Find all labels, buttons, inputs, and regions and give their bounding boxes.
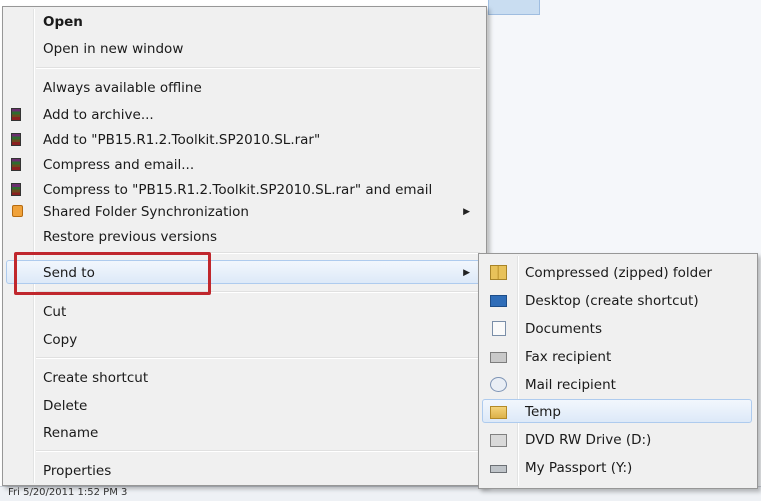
submenu-arrow-icon: ▶	[463, 268, 470, 278]
menu-item-label: Add to "PB15.R1.2.Toolkit.SP2010.SL.rar"	[43, 132, 321, 148]
submenu-item-label: Mail recipient	[525, 377, 616, 393]
menu-item-label: Cut	[43, 304, 67, 320]
menu-item-add-to-rar[interactable]: Add to "PB15.R1.2.Toolkit.SP2010.SL.rar"	[6, 127, 481, 151]
status-date-text: Fri 5/20/2011 1:52 PM 3	[8, 487, 128, 498]
menu-item-label: Properties	[43, 463, 112, 479]
menu-item-open[interactable]: Open	[6, 9, 481, 33]
submenu-item-desktop[interactable]: Desktop (create shortcut)	[482, 288, 752, 312]
desktop-icon	[490, 295, 507, 307]
submenu-item-my-passport[interactable]: My Passport (Y:)	[482, 455, 752, 479]
mail-icon	[490, 377, 507, 392]
menu-separator	[36, 357, 480, 359]
menu-item-label: Create shortcut	[43, 370, 149, 386]
winrar-icon	[11, 133, 21, 146]
submenu-item-mail-recipient[interactable]: Mail recipient	[482, 372, 752, 396]
menu-item-create-shortcut[interactable]: Create shortcut	[6, 365, 481, 389]
menu-item-label: Copy	[43, 332, 78, 348]
menu-item-label: Add to archive...	[43, 107, 154, 123]
submenu-item-label: Fax recipient	[525, 349, 612, 365]
fax-icon	[490, 352, 507, 363]
menu-item-label: Rename	[43, 425, 99, 441]
winrar-icon	[11, 108, 21, 121]
menu-item-compress-and-email[interactable]: Compress and email...	[6, 152, 481, 176]
menu-item-label: Shared Folder Synchronization	[43, 204, 249, 220]
menu-item-properties[interactable]: Properties	[6, 458, 481, 482]
zip-folder-icon	[490, 265, 507, 280]
send-to-highlight-box	[14, 252, 211, 295]
submenu-item-label: My Passport (Y:)	[525, 460, 633, 476]
menu-item-label: Always available offline	[43, 80, 202, 96]
submenu-item-label: Desktop (create shortcut)	[525, 293, 699, 309]
submenu-item-label: Temp	[525, 404, 561, 420]
menu-item-copy[interactable]: Copy	[6, 327, 481, 351]
menu-item-label: Open	[43, 14, 83, 30]
menu-separator	[36, 450, 480, 452]
submenu-item-compressed-folder[interactable]: Compressed (zipped) folder	[482, 260, 752, 284]
menu-item-open-new-window[interactable]: Open in new window	[6, 36, 481, 60]
submenu-item-fax-recipient[interactable]: Fax recipient	[482, 344, 752, 368]
folder-icon	[490, 406, 507, 419]
menu-item-delete[interactable]: Delete	[6, 393, 481, 417]
send-to-submenu: Compressed (zipped) folder Desktop (crea…	[478, 253, 758, 489]
menu-item-restore-previous-versions[interactable]: Restore previous versions	[6, 224, 481, 248]
menu-item-label: Restore previous versions	[43, 229, 218, 245]
selected-column-header	[488, 0, 540, 15]
submenu-arrow-icon: ▶	[463, 207, 470, 217]
menu-item-compress-to-rar-and-email[interactable]: Compress to "PB15.R1.2.Toolkit.SP2010.SL…	[6, 177, 481, 201]
menu-item-always-available-offline[interactable]: Always available offline	[6, 75, 481, 99]
submenu-item-label: DVD RW Drive (D:)	[525, 432, 652, 448]
submenu-item-label: Compressed (zipped) folder	[525, 265, 713, 281]
winrar-icon	[11, 158, 21, 171]
submenu-item-label: Documents	[525, 321, 602, 337]
documents-icon	[492, 321, 506, 336]
menu-item-add-to-archive[interactable]: Add to archive...	[6, 102, 481, 126]
submenu-item-documents[interactable]: Documents	[482, 316, 752, 340]
menu-item-label: Compress and email...	[43, 157, 195, 173]
submenu-item-temp[interactable]: Temp	[482, 399, 752, 423]
menu-separator	[36, 67, 480, 69]
dvd-drive-icon	[490, 434, 507, 447]
menu-item-label: Delete	[43, 398, 88, 414]
context-menu: Open Open in new window Always available…	[2, 6, 487, 486]
submenu-item-dvd-drive[interactable]: DVD RW Drive (D:)	[482, 427, 752, 451]
menu-item-rename[interactable]: Rename	[6, 420, 481, 444]
menu-item-label: Open in new window	[43, 41, 184, 57]
menu-item-cut[interactable]: Cut	[6, 299, 481, 323]
menu-item-shared-folder-sync[interactable]: Shared Folder Synchronization ▶	[6, 199, 481, 223]
winrar-icon	[11, 183, 21, 196]
sync-icon	[12, 205, 23, 217]
usb-drive-icon	[490, 465, 507, 473]
